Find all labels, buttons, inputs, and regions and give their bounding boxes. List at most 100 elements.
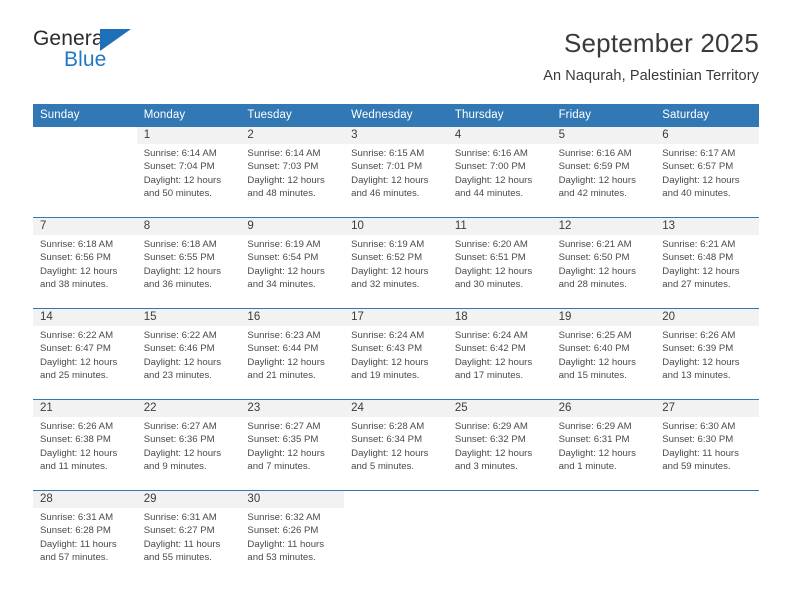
calendar-day-cell[interactable]: 19 Sunrise: 6:25 AM Sunset: 6:40 PM Dayligh… [551, 309, 656, 399]
day-sun-info: Sunrise: 6:28 AM Sunset: 6:34 PM Daylight:… [344, 417, 448, 473]
daylight-text-line1: Daylight: 11 hours [143, 538, 221, 550]
calendar-day-cell[interactable]: 23 Sunrise: 6:27 AM Sunset: 6:35 PM Dayligh… [240, 400, 345, 490]
calendar-day-cell[interactable]: 27 Sunrise: 6:30 AM Sunset: 6:30 PM Dayligh… [655, 400, 759, 490]
sunrise-text: Sunrise: 6:29 AM [454, 421, 528, 432]
day-number: 1 [143, 129, 151, 141]
day-number-band: 12 [551, 218, 656, 235]
calendar-day-cell[interactable]: 13 Sunrise: 6:21 AM Sunset: 6:48 PM Dayligh… [655, 218, 759, 308]
calendar-day-cell[interactable]: 1 Sunrise: 6:14 AM Sunset: 7:04 PM Daylight… [136, 127, 241, 217]
day-number: 15 [143, 311, 157, 323]
day-number: 12 [558, 220, 572, 232]
daylight-text-line2: and 32 minutes. [351, 278, 420, 290]
daylight-text-line1: Daylight: 11 hours [40, 538, 117, 550]
daylight-text-line2: and 40 minutes. [662, 187, 731, 199]
daylight-text-line1: Daylight: 12 hours [558, 356, 636, 368]
weekday-header-thursday: Thursday [454, 109, 504, 121]
calendar-day-cell[interactable]: 18 Sunrise: 6:24 AM Sunset: 6:42 PM Dayligh… [447, 309, 552, 399]
daylight-text-line2: and 30 minutes. [454, 278, 524, 290]
day-sun-info: Sunrise: 6:32 AM Sunset: 6:26 PM Daylight:… [240, 508, 344, 564]
calendar-day-cell[interactable]: 8 Sunrise: 6:18 AM Sunset: 6:55 PM Daylight… [136, 218, 241, 308]
calendar-day-cell[interactable]: 25 Sunrise: 6:29 AM Sunset: 6:32 PM Dayligh… [447, 400, 552, 490]
calendar-day-cell[interactable]: 2 Sunrise: 6:14 AM Sunset: 7:03 PM Daylight… [240, 127, 345, 217]
day-number-band: 19 [551, 309, 656, 326]
sunrise-text: Sunrise: 6:26 AM [40, 421, 114, 432]
sunset-text: Sunset: 6:35 PM [247, 434, 319, 446]
sunset-text: Sunset: 7:01 PM [351, 161, 423, 173]
day-number-band: 15 [136, 309, 241, 326]
sunset-text: Sunset: 6:28 PM [40, 525, 111, 537]
calendar-day-cell[interactable]: 4 Sunrise: 6:16 AM Sunset: 7:00 PM Daylight… [447, 127, 552, 217]
sunrise-text: Sunrise: 6:21 AM [558, 239, 632, 250]
calendar-day-cell-empty [551, 491, 656, 581]
daylight-text-line1: Daylight: 12 hours [247, 356, 325, 368]
daylight-text-line2: and 36 minutes. [143, 278, 212, 290]
day-number-band: 13 [655, 218, 759, 235]
day-number: 22 [143, 402, 157, 414]
day-number: 13 [662, 220, 676, 232]
calendar-day-cell[interactable]: 10 Sunrise: 6:19 AM Sunset: 6:52 PM Dayligh… [344, 218, 448, 308]
daylight-text-line1: Daylight: 12 hours [351, 174, 429, 186]
sunrise-text: Sunrise: 6:22 AM [40, 330, 114, 341]
weekday-header-sunday: Sunday [40, 109, 80, 121]
sunset-text: Sunset: 6:51 PM [454, 252, 526, 264]
daylight-text-line1: Daylight: 12 hours [143, 447, 222, 459]
daylight-text-line1: Daylight: 12 hours [143, 265, 222, 277]
day-sun-info: Sunrise: 6:23 AM Sunset: 6:44 PM Daylight:… [240, 326, 344, 382]
sunrise-text: Sunrise: 6:18 AM [40, 239, 114, 250]
day-number-band: 14 [33, 309, 137, 326]
day-sun-info: Sunrise: 6:19 AM Sunset: 6:52 PM Daylight:… [344, 235, 448, 291]
sunset-text: Sunset: 6:27 PM [143, 525, 215, 537]
sunset-text: Sunset: 6:50 PM [558, 252, 630, 264]
calendar-week-row: 7 Sunrise: 6:18 AM Sunset: 6:56 PM Daylight… [33, 217, 759, 308]
daylight-text-line1: Daylight: 12 hours [558, 447, 636, 459]
day-number-band: 25 [447, 400, 552, 417]
calendar-day-cell[interactable]: 24 Sunrise: 6:28 AM Sunset: 6:34 PM Dayligh… [344, 400, 448, 490]
day-number: 28 [40, 493, 53, 505]
calendar-day-cell[interactable]: 15 Sunrise: 6:22 AM Sunset: 6:46 PM Dayligh… [136, 309, 241, 399]
day-number-band: 5 [551, 127, 656, 144]
day-number: 4 [454, 129, 462, 141]
location-subtitle: An Naqurah, Palestinian Territory [543, 68, 759, 84]
calendar-day-cell[interactable]: 22 Sunrise: 6:27 AM Sunset: 6:36 PM Dayligh… [136, 400, 241, 490]
day-sun-info: Sunrise: 6:27 AM Sunset: 6:36 PM Daylight:… [137, 417, 241, 473]
title-block: September 2025 An Naqurah, Palestinian T… [543, 26, 759, 86]
calendar-day-cell[interactable]: 16 Sunrise: 6:23 AM Sunset: 6:44 PM Dayligh… [240, 309, 345, 399]
daylight-text-line2: and 5 minutes. [351, 460, 415, 472]
sunset-text: Sunset: 7:00 PM [454, 161, 526, 173]
daylight-text-line1: Daylight: 12 hours [247, 447, 325, 459]
sunset-text: Sunset: 6:57 PM [662, 161, 734, 173]
brand-logo[interactable]: General Blue [33, 26, 137, 78]
calendar-day-cell[interactable]: 14 Sunrise: 6:22 AM Sunset: 6:47 PM Dayligh… [33, 309, 137, 399]
weekday-header-saturday: Saturday [662, 109, 710, 121]
sunset-text: Sunset: 6:55 PM [143, 252, 215, 264]
calendar-day-cell[interactable]: 30 Sunrise: 6:32 AM Sunset: 6:26 PM Dayligh… [240, 491, 345, 581]
sunset-text: Sunset: 7:03 PM [247, 161, 319, 173]
calendar-day-cell[interactable]: 26 Sunrise: 6:29 AM Sunset: 6:31 PM Dayligh… [551, 400, 656, 490]
calendar-weeks: 1 Sunrise: 6:14 AM Sunset: 7:04 PM Daylight… [33, 127, 759, 581]
day-number: 19 [558, 311, 572, 323]
sunset-text: Sunset: 7:04 PM [143, 161, 215, 173]
calendar-day-cell[interactable]: 17 Sunrise: 6:24 AM Sunset: 6:43 PM Dayligh… [344, 309, 448, 399]
weekday-header-tuesday: Tuesday [247, 109, 292, 121]
calendar-day-cell[interactable]: 7 Sunrise: 6:18 AM Sunset: 6:56 PM Daylight… [33, 218, 137, 308]
calendar-day-cell[interactable]: 11 Sunrise: 6:20 AM Sunset: 6:51 PM Dayligh… [447, 218, 552, 308]
calendar-day-cell[interactable]: 6 Sunrise: 6:17 AM Sunset: 6:57 PM Daylight… [655, 127, 759, 217]
calendar-day-cell[interactable]: 29 Sunrise: 6:31 AM Sunset: 6:27 PM Dayligh… [136, 491, 241, 581]
day-number-band: 9 [240, 218, 345, 235]
calendar-day-cell[interactable]: 21 Sunrise: 6:26 AM Sunset: 6:38 PM Dayligh… [33, 400, 137, 490]
day-number-band: 4 [447, 127, 552, 144]
sunrise-text: Sunrise: 6:15 AM [351, 148, 425, 159]
sunrise-text: Sunrise: 6:27 AM [143, 421, 217, 432]
calendar-day-cell[interactable]: 3 Sunrise: 6:15 AM Sunset: 7:01 PM Daylight… [344, 127, 448, 217]
sunset-text: Sunset: 6:26 PM [247, 525, 319, 537]
calendar-day-cell-empty [655, 491, 759, 581]
calendar-day-cell[interactable]: 5 Sunrise: 6:16 AM Sunset: 6:59 PM Daylight… [551, 127, 656, 217]
sunset-text: Sunset: 6:44 PM [247, 343, 319, 355]
calendar-day-cell[interactable]: 12 Sunrise: 6:21 AM Sunset: 6:50 PM Dayligh… [551, 218, 656, 308]
calendar-day-cell[interactable]: 20 Sunrise: 6:26 AM Sunset: 6:39 PM Dayligh… [655, 309, 759, 399]
calendar-day-cell[interactable]: 28 Sunrise: 6:31 AM Sunset: 6:28 PM Dayligh… [33, 491, 137, 581]
sunset-text: Sunset: 6:56 PM [40, 252, 111, 264]
calendar-day-cell[interactable]: 9 Sunrise: 6:19 AM Sunset: 6:54 PM Daylight… [240, 218, 345, 308]
calendar-week-row: 21 Sunrise: 6:26 AM Sunset: 6:38 PM Dayligh… [33, 399, 759, 490]
day-sun-info: Sunrise: 6:17 AM Sunset: 6:57 PM Daylight:… [655, 144, 759, 200]
